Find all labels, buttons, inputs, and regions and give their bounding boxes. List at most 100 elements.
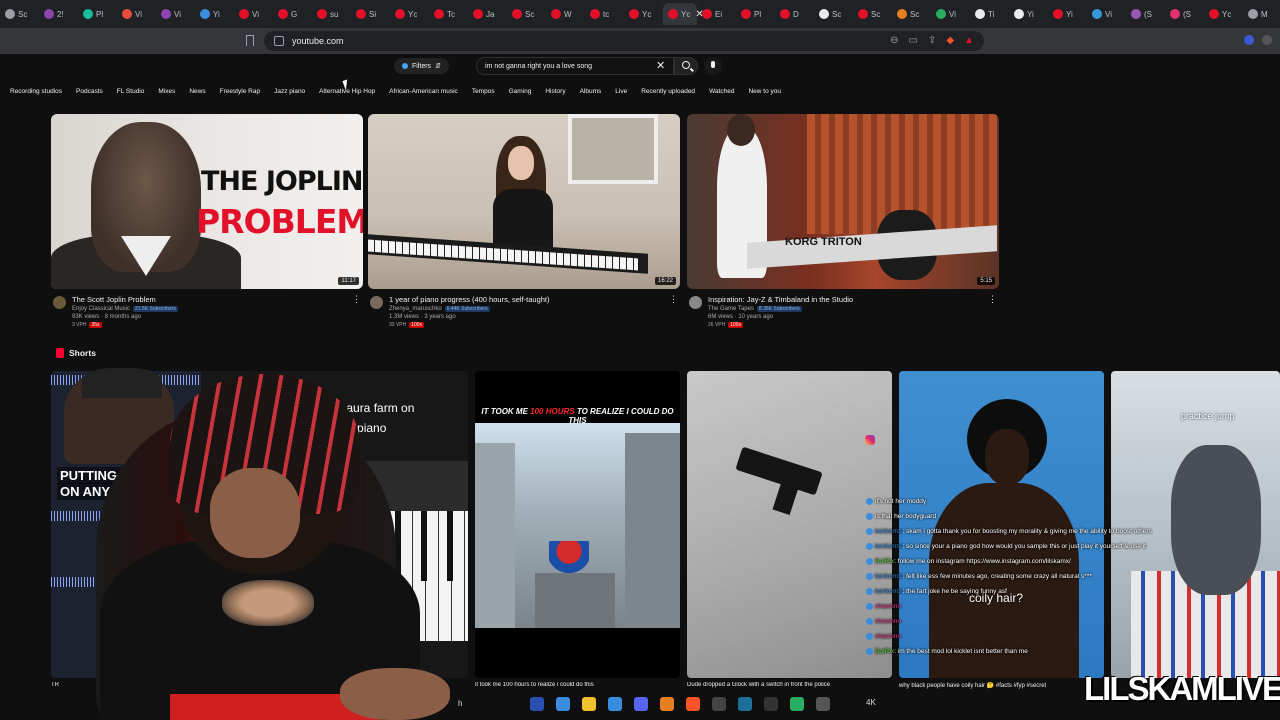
browser-tab[interactable]: Ei	[697, 3, 736, 25]
short-title[interactable]: it took me 100 hours to realize i could …	[475, 682, 680, 688]
browser-tab[interactable]: Yc	[1204, 3, 1243, 25]
browser-tab[interactable]: su	[312, 3, 351, 25]
short-title[interactable]: why black people have coily hair 🤔 #fact…	[899, 682, 1104, 689]
channel-name[interactable]: The Game Tapes 8.36K Subscribers	[708, 306, 802, 312]
browser-tab[interactable]: Si	[351, 3, 390, 25]
short-tile[interactable]: IT TOOK ME 100 HOURS TO REALIZE I COULD …	[475, 371, 680, 678]
more-options-icon[interactable]: ⋮	[352, 294, 361, 305]
browser-tab[interactable]: Vi	[234, 3, 273, 25]
browser-tab[interactable]: 2!	[39, 3, 78, 25]
filter-chip[interactable]: Recently uploaded	[639, 85, 697, 98]
cast-icon[interactable]: ▭	[909, 35, 918, 46]
filter-chip[interactable]: Jazz piano	[272, 85, 307, 98]
more-options-icon[interactable]: ⋮	[988, 294, 997, 305]
browser-tab[interactable]: Sc	[0, 3, 39, 25]
browser-tab[interactable]: Sc	[507, 3, 546, 25]
browser-tab[interactable]: Yc	[624, 3, 663, 25]
filter-chip[interactable]: Tempos	[470, 85, 497, 98]
steam-icon[interactable]	[738, 697, 752, 711]
filter-chip[interactable]: New to you	[746, 85, 783, 98]
flag-icon[interactable]	[530, 697, 544, 711]
filter-chip[interactable]: African-American music	[387, 85, 460, 98]
channel-name[interactable]: Enjoy Classical Music 21.5K Subscribers	[72, 306, 178, 312]
browser-tab[interactable]: Yi	[1048, 3, 1087, 25]
video-card[interactable]: THE JOPLIN PROBLEM 11:17 The Scott Jopli…	[51, 114, 363, 338]
browser-tab[interactable]: Sc	[814, 3, 853, 25]
omnibox[interactable]: youtube.com ⊖ ▭ ⇪ ◆ ▲	[264, 31, 984, 51]
channel-avatar[interactable]	[689, 296, 702, 309]
filter-chip[interactable]: Watched	[707, 85, 736, 98]
search-button[interactable]	[674, 57, 698, 75]
obs-icon[interactable]	[712, 697, 726, 711]
shield-icon[interactable]	[660, 697, 674, 711]
browser-tab[interactable]: Yc ✕	[663, 3, 704, 25]
store-icon[interactable]	[608, 697, 622, 711]
video-thumbnail[interactable]: THE JOPLIN PROBLEM 11:17	[51, 114, 363, 289]
search-input[interactable]: im not ganna right you a love song	[476, 57, 674, 75]
bookmark-icon[interactable]	[246, 35, 254, 46]
browser-tab[interactable]: Sc	[853, 3, 892, 25]
brave-shield-icon[interactable]: ◆	[946, 35, 954, 46]
video-card[interactable]: KORG TRITON 5:15 Inspiration: Jay-Z & Ti…	[687, 114, 999, 338]
brave-icon[interactable]	[686, 697, 700, 711]
site-info-icon[interactable]	[274, 36, 284, 46]
app-icon[interactable]	[764, 697, 778, 711]
browser-tab[interactable]: Ja	[468, 3, 507, 25]
browser-tab[interactable]: Pl	[736, 3, 775, 25]
zoom-icon[interactable]: ⊖	[890, 35, 898, 46]
folder-icon[interactable]	[582, 697, 596, 711]
browser-tab[interactable]: Sc	[892, 3, 931, 25]
browser-tab[interactable]: Yi	[195, 3, 234, 25]
screen-icon[interactable]	[816, 697, 830, 711]
discord-icon[interactable]	[634, 697, 648, 711]
browser-tab[interactable]: (S	[1165, 3, 1204, 25]
rewards-icon[interactable]: ▲	[964, 35, 974, 46]
clear-search-icon[interactable]: ✕	[656, 59, 665, 72]
video-thumbnail[interactable]: 16:22	[368, 114, 680, 289]
share-icon[interactable]: ⇪	[928, 35, 936, 46]
copilot-icon[interactable]	[556, 697, 570, 711]
video-card[interactable]: 16:22 1 year of piano progress (400 hour…	[368, 114, 680, 338]
filter-chip[interactable]: FL Studio	[115, 85, 147, 98]
browser-tab[interactable]: G	[273, 3, 312, 25]
channel-avatar[interactable]	[53, 296, 66, 309]
video-title[interactable]: Inspiration: Jay-Z & Timbaland in the St…	[708, 295, 853, 304]
browser-tab[interactable]: Vi	[156, 3, 195, 25]
vpn-icon[interactable]	[1244, 35, 1254, 45]
browser-tab[interactable]: tc	[585, 3, 624, 25]
channel-avatar[interactable]	[370, 296, 383, 309]
browser-tab[interactable]: Vi	[1087, 3, 1126, 25]
browser-tab[interactable]: (S	[1126, 3, 1165, 25]
extensions-icon[interactable]	[1262, 35, 1272, 45]
browser-tab[interactable]: Tc	[429, 3, 468, 25]
channel-name[interactable]: Zhenya_maruschko 6.44K Subscribers	[389, 306, 490, 312]
filter-chip[interactable]: Freestyle Rap	[218, 85, 262, 98]
url-text[interactable]: youtube.com	[292, 36, 344, 46]
channel-label[interactable]: The Game Tapes	[708, 306, 754, 312]
browser-tab[interactable]: Ti	[970, 3, 1009, 25]
filter-chip[interactable]: News	[187, 85, 207, 98]
more-options-icon[interactable]: ⋮	[669, 294, 678, 305]
filter-chip[interactable]: Recording studios	[8, 85, 64, 98]
browser-tab[interactable]: Vi	[117, 3, 156, 25]
filter-chip[interactable]: Mixes	[156, 85, 177, 98]
video-thumbnail[interactable]: KORG TRITON 5:15	[687, 114, 999, 289]
browser-tab[interactable]: Pl	[78, 3, 117, 25]
video-title[interactable]: The Scott Joplin Problem	[72, 295, 156, 304]
filter-chip[interactable]: History	[543, 85, 567, 98]
voice-search-button[interactable]	[704, 57, 722, 75]
browser-tab[interactable]: D	[775, 3, 814, 25]
browser-tab[interactable]: W	[546, 3, 585, 25]
chrome-icon[interactable]	[790, 697, 804, 711]
browser-tab[interactable]: M	[1243, 3, 1280, 25]
browser-tab[interactable]: Yc	[390, 3, 429, 25]
browser-tab[interactable]: Yi	[1009, 3, 1048, 25]
filter-chip[interactable]: Live	[613, 85, 629, 98]
channel-label[interactable]: Enjoy Classical Music	[72, 306, 130, 312]
channel-label[interactable]: Zhenya_maruschko	[389, 306, 442, 312]
filter-chip[interactable]: Albums	[578, 85, 604, 98]
taskbar-search-text[interactable]: h	[458, 699, 462, 708]
filter-chip[interactable]: Podcasts	[74, 85, 105, 98]
filter-chip[interactable]: Gaming	[507, 85, 534, 98]
short-title[interactable]: Dude dropped a Glock with a switch in fr…	[687, 682, 892, 688]
